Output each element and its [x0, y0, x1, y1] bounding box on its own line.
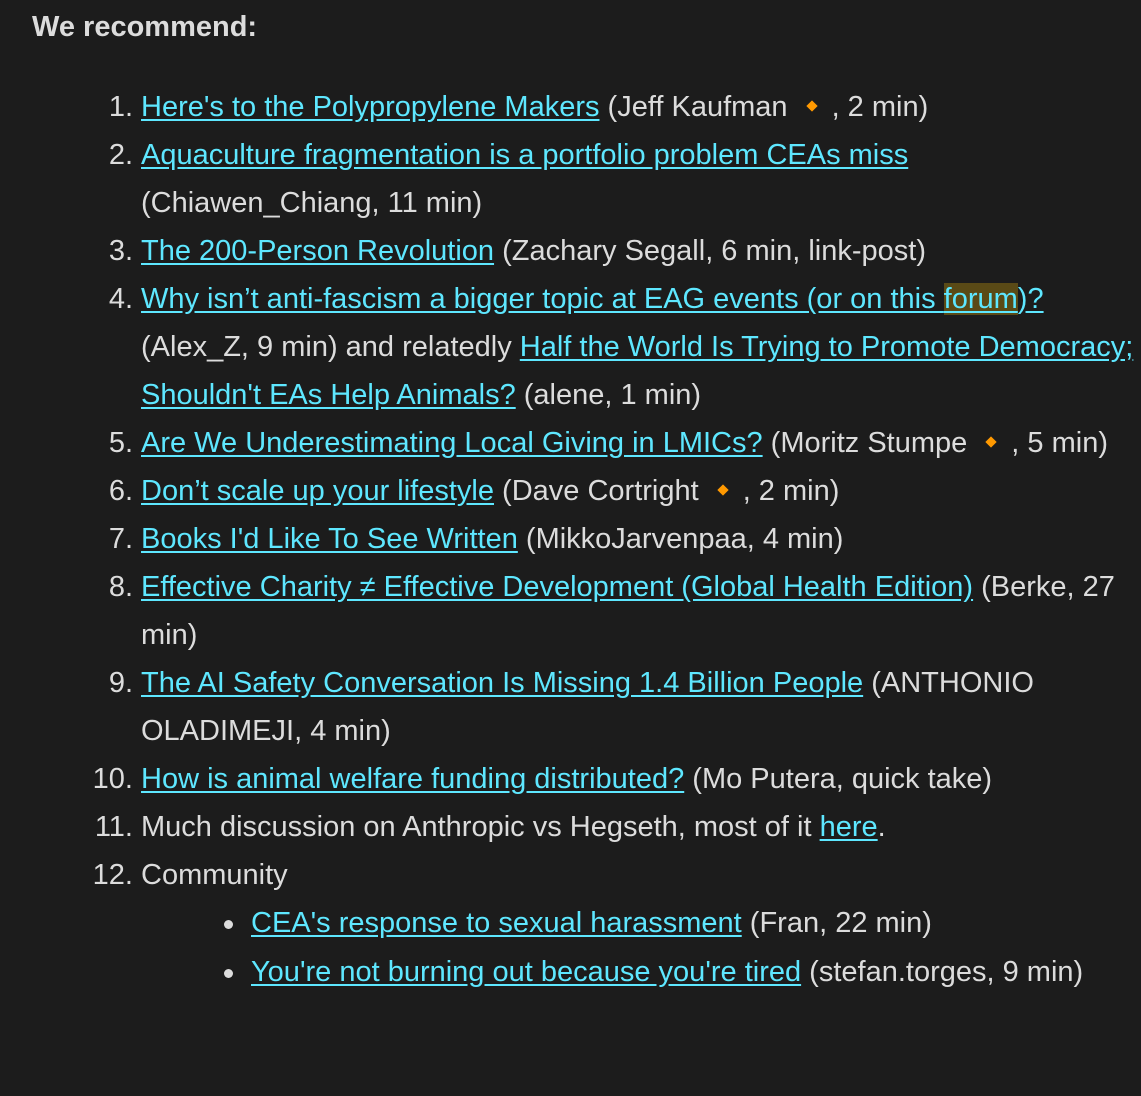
item-number: 6.	[108, 475, 133, 507]
community-list: CEA's response to sexual harassment (Fra…	[141, 899, 1141, 997]
post-link-text: Why isn’t anti-fascism a bigger topic at…	[141, 283, 944, 315]
post-link[interactable]: Are We Underestimating Local Giving in L…	[141, 427, 763, 459]
post-link[interactable]: Here's to the Polypropylene Makers	[141, 91, 599, 123]
post-meta: , 2 min)	[831, 91, 929, 123]
item-number: 3.	[108, 235, 133, 267]
diamond-icon	[985, 436, 997, 449]
post-link-text: )?	[1017, 283, 1044, 315]
page-heading: We recommend:	[32, 11, 258, 43]
post-link[interactable]: Don’t scale up your lifestyle	[141, 475, 494, 507]
list-item: 1. Here's to the Polypropylene Makers (J…	[109, 83, 1141, 131]
community-item: CEA's response to sexual harassment (Fra…	[224, 899, 1141, 948]
bullet-icon	[224, 969, 233, 978]
post-meta: , 2 min)	[742, 475, 840, 507]
list-item: 4. Why isn’t anti-fascism a bigger topic…	[109, 275, 1141, 419]
community-item: You're not burning out because you're ti…	[224, 948, 1141, 997]
list-item: 9. The AI Safety Conversation Is Missing…	[109, 659, 1141, 755]
item-number: 2.	[108, 139, 133, 171]
post-link[interactable]: The 200-Person Revolution	[141, 235, 494, 267]
post-link[interactable]: Books I'd Like To See Written	[141, 523, 518, 555]
item-text: .	[877, 811, 886, 843]
post-meta: (stefan.torges, 9 min)	[809, 956, 1084, 988]
post-link[interactable]: You're not burning out because you're ti…	[251, 956, 801, 988]
post-link[interactable]: Why isn’t anti-fascism a bigger topic at…	[141, 283, 1044, 315]
post-meta: (MikkoJarvenpaa, 4 min)	[525, 523, 844, 555]
item-number: 11.	[94, 811, 133, 843]
item-number: 12.	[92, 859, 133, 891]
section-label: Community	[141, 859, 288, 891]
author-name: Jeff Kaufman	[617, 91, 788, 123]
post-link[interactable]: Effective Charity ≠ Effective Developmen…	[141, 571, 973, 603]
item-text: Much discussion on Anthropic vs Hegseth,…	[141, 811, 812, 843]
post-meta: , 5 min)	[1011, 427, 1108, 459]
list-item: 12. Community CEA's response to sexual h…	[93, 851, 1141, 997]
item-number: 10.	[92, 763, 133, 795]
bullet-icon	[224, 920, 233, 929]
list-item: 10. How is animal welfare funding distri…	[93, 755, 1141, 803]
item-number: 8.	[108, 571, 133, 603]
author-name: Dave Cortright	[511, 475, 699, 507]
list-item: 2. Aquaculture fragmentation is a portfo…	[109, 131, 1141, 227]
post-link[interactable]: The AI Safety Conversation Is Missing 1.…	[141, 667, 863, 699]
post-meta: (Fran, 22 min)	[749, 907, 932, 939]
diamond-icon	[805, 100, 818, 113]
list-item: 7. Books I'd Like To See Written (MikkoJ…	[109, 515, 1141, 563]
highlighted-word: forum	[943, 283, 1018, 315]
item-number: 7.	[108, 523, 133, 555]
list-item: 5. Are We Underestimating Local Giving i…	[109, 419, 1141, 467]
post-meta: (Zachary Segall, 6 min, link-post)	[502, 235, 926, 267]
list-item: 8. Effective Charity ≠ Effective Develop…	[109, 563, 1141, 659]
author-name: Moritz Stumpe	[780, 427, 968, 459]
list-item: 6. Don’t scale up your lifestyle (Dave C…	[109, 467, 1141, 515]
page: We recommend: 1. Here's to the Polypropy…	[0, 0, 1141, 1096]
item-number: 5.	[108, 427, 133, 459]
list-item: 11. Much discussion on Anthropic vs Hegs…	[95, 803, 1141, 851]
diamond-icon	[717, 484, 729, 497]
item-number: 9.	[108, 667, 133, 699]
post-link[interactable]: CEA's response to sexual harassment	[251, 907, 742, 939]
item-number: 1.	[108, 91, 133, 123]
post-meta: (Mo Putera, quick take)	[692, 763, 993, 795]
post-meta: (Chiawen_Chiang, 11 min)	[141, 187, 483, 219]
post-meta: (alene, 1 min)	[523, 379, 702, 411]
post-meta: (Alex_Z, 9 min) and relatedly	[141, 331, 512, 363]
post-link[interactable]: How is animal welfare funding distribute…	[141, 763, 684, 795]
post-link[interactable]: Aquaculture fragmentation is a portfolio…	[141, 139, 908, 171]
item-number: 4.	[108, 283, 133, 315]
here-link[interactable]: here	[820, 811, 878, 843]
recommendation-list: 1. Here's to the Polypropylene Makers (J…	[93, 83, 1141, 997]
list-item: 3. The 200-Person Revolution (Zachary Se…	[109, 227, 1141, 275]
